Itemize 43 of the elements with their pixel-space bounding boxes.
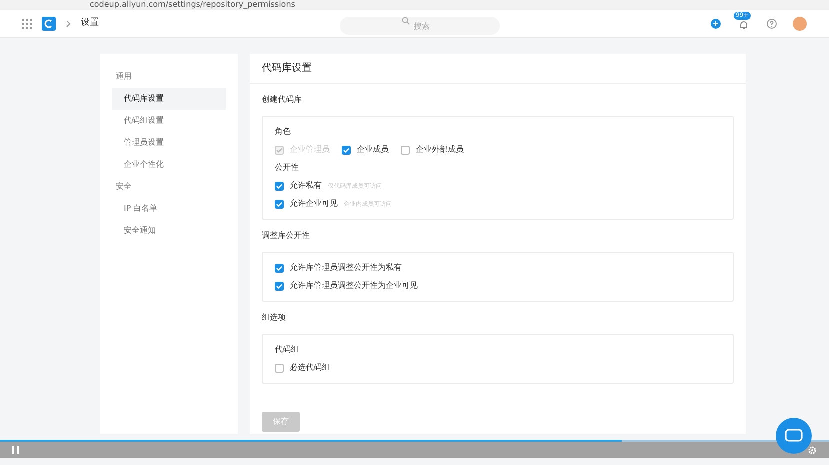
- checkbox[interactable]: [275, 282, 284, 290]
- card-title: 代码库设置: [250, 54, 746, 84]
- checkbox-label[interactable]: 允许库管理员调整公开性为企业可见: [290, 280, 418, 292]
- breadcrumb-text[interactable]: 设置: [81, 16, 99, 30]
- sidebar-group-title: 通用: [115, 71, 133, 83]
- checkbox[interactable]: [275, 182, 284, 190]
- checkbox[interactable]: [342, 146, 351, 154]
- sidebar-item[interactable]: 代码库设置: [112, 88, 226, 110]
- section-title: 组选项: [262, 312, 287, 324]
- sidebar-item[interactable]: IP 白名单: [112, 198, 226, 220]
- group-label: 公开性: [275, 162, 300, 174]
- checkbox-label[interactable]: 必选代码组: [290, 362, 330, 374]
- checkbox[interactable]: [401, 146, 410, 154]
- checkbox-label: 企业管理员: [290, 144, 330, 156]
- settings-icon[interactable]: [808, 446, 817, 454]
- search-icon: [402, 16, 410, 24]
- pause-icon[interactable]: [12, 446, 19, 454]
- checkbox-label[interactable]: 企业成员: [357, 144, 389, 156]
- sidebar-item[interactable]: 安全通知: [112, 220, 226, 242]
- checkbox-label[interactable]: 允许企业可见: [290, 198, 338, 210]
- sidebar-item[interactable]: 企业个性化: [112, 154, 226, 176]
- sidebar-item[interactable]: 代码组设置: [112, 110, 226, 132]
- checkbox[interactable]: [275, 264, 284, 272]
- bell-icon[interactable]: [739, 20, 749, 30]
- checkbox-label[interactable]: 允许私有: [290, 180, 322, 192]
- chat-bubble-icon[interactable]: [776, 418, 812, 454]
- avatar[interactable]: [793, 16, 807, 30]
- plus-icon[interactable]: [711, 18, 721, 28]
- group-label: 代码组: [275, 344, 300, 356]
- section-title: 调整库公开性: [262, 230, 311, 242]
- section-title: 创建代码库: [262, 94, 303, 106]
- apps-grid-icon[interactable]: [22, 18, 32, 28]
- checkbox[interactable]: [275, 200, 284, 208]
- help-icon[interactable]: [767, 18, 777, 28]
- checkbox[interactable]: [275, 364, 284, 372]
- chevron-right-icon: [66, 20, 71, 28]
- checkbox-label[interactable]: 企业外部成员: [416, 144, 464, 156]
- sidebar-group-title: 安全: [115, 181, 133, 193]
- logo-icon[interactable]: [42, 16, 56, 30]
- checkbox-label[interactable]: 允许库管理员调整公开性为私有: [290, 262, 402, 274]
- group-label: 角色: [275, 126, 292, 138]
- search-field[interactable]: 搜索: [340, 17, 500, 35]
- sidebar-item[interactable]: 管理员设置: [112, 132, 226, 154]
